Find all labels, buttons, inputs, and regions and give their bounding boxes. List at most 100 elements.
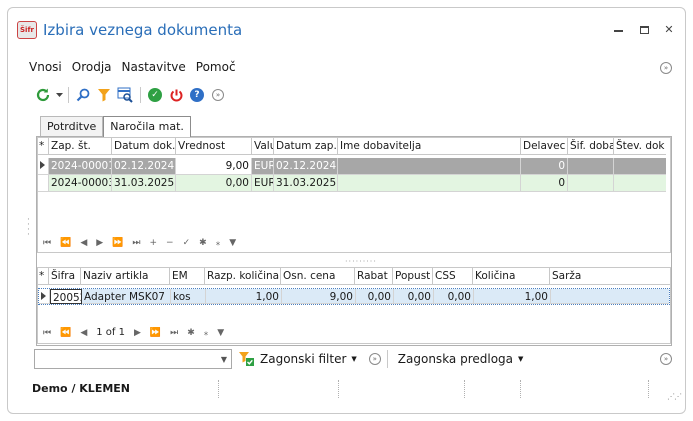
table-row[interactable]: 2024-00003 31.03.2025 0,00 EUR 31.03.202… xyxy=(38,175,666,192)
cell-sifra[interactable]: 20052 xyxy=(50,289,82,304)
column-header-sif-doba[interactable]: Šif. doba xyxy=(568,138,614,155)
grid-splitter[interactable]: ········· xyxy=(345,257,377,266)
maximize-icon[interactable] xyxy=(640,26,649,34)
tab-potrditve[interactable]: Potrditve xyxy=(40,116,104,136)
filter-nav-icon[interactable]: ▼ xyxy=(229,238,236,248)
column-header-rabat[interactable]: Rabat xyxy=(355,268,393,285)
column-header-datum-zap[interactable]: Datum zap. xyxy=(274,138,338,155)
prev-record-icon[interactable]: ◀ xyxy=(80,238,87,248)
chevron-down-icon[interactable]: ▼ xyxy=(518,355,523,363)
power-icon[interactable] xyxy=(167,86,185,104)
close-icon[interactable]: ✕ xyxy=(663,24,675,36)
filter-expand-icon[interactable]: » xyxy=(368,353,381,365)
column-header-kolicina[interactable]: Količina xyxy=(473,268,550,285)
prev-page-icon[interactable]: ⏪ xyxy=(60,328,71,338)
confirm-icon[interactable]: ✓ xyxy=(146,86,164,104)
toolbar-expand-icon[interactable]: » xyxy=(209,86,227,104)
filter-nav-icon[interactable]: ▼ xyxy=(217,328,224,338)
cell-valuta[interactable]: EUR xyxy=(252,158,274,175)
resize-grip-icon[interactable]: ⋰⋰ xyxy=(667,392,682,401)
next-record-icon[interactable]: ▶ xyxy=(96,238,103,248)
next-record-icon[interactable]: ▶ xyxy=(134,328,141,338)
menu-orodja[interactable]: Orodja xyxy=(72,60,112,74)
refresh-icon[interactable] xyxy=(34,86,52,104)
column-header-sifra[interactable]: Šifra xyxy=(49,268,81,285)
refresh-dropdown-icon[interactable] xyxy=(55,86,63,104)
cell-delavec[interactable]: 0 xyxy=(521,158,568,175)
startup-template-dropdown[interactable]: Zagonska predloga xyxy=(398,352,513,366)
column-header-ime-dobavitelja[interactable]: Ime dobavitelja xyxy=(338,138,521,155)
table-row[interactable]: 2024-00001 02.12.2024 9,00 EUR 02.12.202… xyxy=(38,158,666,175)
first-page-icon[interactable]: ⏮ xyxy=(43,238,51,248)
cell-ime-dobavitelja[interactable] xyxy=(338,175,521,192)
cell-rabat[interactable]: 0,00 xyxy=(356,289,394,304)
cell-popust[interactable]: 0,00 xyxy=(394,289,434,304)
append-icon[interactable]: + xyxy=(150,238,158,248)
search-icon[interactable] xyxy=(74,86,92,104)
cell-zap-st[interactable]: 2024-00003 xyxy=(49,175,112,192)
cell-osn-cena[interactable]: 9,00 xyxy=(282,289,356,304)
menu-pomoc[interactable]: Pomoč xyxy=(196,60,236,74)
minimize-icon[interactable] xyxy=(614,24,626,36)
filter-combo[interactable]: ▼ xyxy=(34,349,232,369)
cell-sarza[interactable] xyxy=(551,289,669,304)
cell-valuta[interactable]: EUR xyxy=(252,175,274,192)
refresh-record-icon[interactable]: ⁎ xyxy=(204,328,209,338)
cell-datum-dok[interactable]: 31.03.2025 xyxy=(112,175,176,192)
cell-ime-dobavitelja[interactable] xyxy=(338,158,521,175)
cell-datum-dok[interactable]: 02.12.2024 xyxy=(112,158,176,175)
cell-datum-zap[interactable]: 02.12.2024 xyxy=(274,158,338,175)
cancel-edit-icon[interactable]: ✱ xyxy=(199,238,207,248)
startup-filter-dropdown[interactable]: Zagonski filter xyxy=(260,352,346,366)
chevron-down-icon[interactable]: ▼ xyxy=(221,355,227,364)
cell-kolicina[interactable]: 1,00 xyxy=(474,289,551,304)
column-header-em[interactable]: EM xyxy=(170,268,205,285)
first-page-icon[interactable]: ⏮ xyxy=(43,328,51,338)
prev-page-icon[interactable]: ⏪ xyxy=(60,238,71,248)
column-header-popust[interactable]: Popust xyxy=(393,268,433,285)
column-header-naziv-artikla[interactable]: Naziv artikla xyxy=(81,268,170,285)
help-icon[interactable]: ? xyxy=(188,86,206,104)
column-header-css[interactable]: CSS xyxy=(433,268,473,285)
cell-razp-kolicina[interactable]: 1,00 xyxy=(206,289,282,304)
column-header-razp-kolicina[interactable]: Razp. količina xyxy=(205,268,281,285)
cell-sif-doba[interactable] xyxy=(568,175,614,192)
column-header-stev-dok[interactable]: Štev. dok xyxy=(614,138,666,155)
column-header-marker[interactable]: * xyxy=(38,138,49,155)
column-header-delavec[interactable]: Delavec xyxy=(521,138,568,155)
cell-vrednost[interactable]: 9,00 xyxy=(176,158,252,175)
left-grip-icon[interactable]: · · · · xyxy=(27,216,30,240)
cell-em[interactable]: kos xyxy=(171,289,206,304)
next-page-icon[interactable]: ⏩ xyxy=(112,238,123,248)
delete-icon[interactable]: − xyxy=(166,238,174,248)
cancel-edit-icon[interactable]: ✱ xyxy=(187,328,195,338)
menu-vnosi[interactable]: Vnosi xyxy=(29,60,62,74)
cell-css[interactable]: 0,00 xyxy=(434,289,474,304)
menu-nastavitve[interactable]: Nastavitve xyxy=(122,60,186,74)
last-page-icon[interactable]: ⏭ xyxy=(170,328,178,338)
cell-datum-zap[interactable]: 31.03.2025 xyxy=(274,175,338,192)
cell-delavec[interactable]: 0 xyxy=(521,175,568,192)
column-header-vrednost[interactable]: Vrednost xyxy=(176,138,252,155)
accept-icon[interactable]: ✓ xyxy=(183,238,191,248)
bar-expand-icon[interactable]: » xyxy=(660,353,672,365)
refresh-record-icon[interactable]: ⁎ xyxy=(216,238,221,248)
next-page-icon[interactable]: ⏩ xyxy=(150,328,161,338)
cell-sif-doba[interactable] xyxy=(568,158,614,175)
cell-vrednost[interactable]: 0,00 xyxy=(176,175,252,192)
column-header-marker[interactable]: * xyxy=(38,268,49,285)
cell-naziv-artikla[interactable]: Adapter MSK07 xyxy=(82,289,171,304)
last-page-icon[interactable]: ⏭ xyxy=(132,238,140,248)
tab-narocila-mat[interactable]: Naročila mat. xyxy=(103,116,191,137)
chevron-down-icon[interactable]: ▼ xyxy=(351,355,356,363)
column-header-zap-st[interactable]: Zap. št. xyxy=(49,138,112,155)
cell-zap-st[interactable]: 2024-00001 xyxy=(49,158,112,175)
menu-expand-icon[interactable]: » xyxy=(660,62,672,74)
column-header-sarza[interactable]: Sarža xyxy=(550,268,670,285)
column-header-valuta[interactable]: Valu xyxy=(252,138,274,155)
cell-stev-dok[interactable] xyxy=(614,175,666,192)
column-header-datum-dok[interactable]: Datum dok. xyxy=(112,138,176,155)
prev-record-icon[interactable]: ◀ xyxy=(80,328,87,338)
cell-stev-dok[interactable] xyxy=(614,158,666,175)
advanced-search-icon[interactable] xyxy=(116,86,134,104)
